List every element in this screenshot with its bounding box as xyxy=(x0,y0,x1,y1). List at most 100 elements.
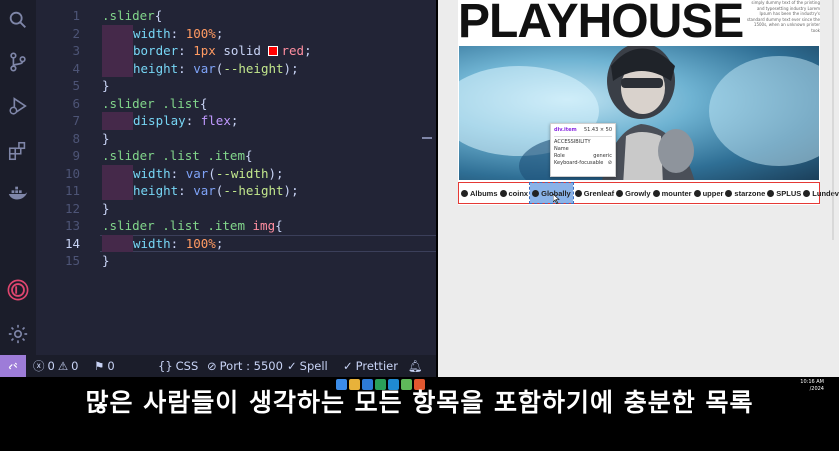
code-token: border xyxy=(133,43,179,58)
code-token: : xyxy=(178,183,194,198)
code-line[interactable]: 2 width: 100%; xyxy=(36,24,436,42)
extensions-icon[interactable] xyxy=(4,137,32,165)
prettier-button[interactable]: ✓ Prettier xyxy=(343,355,398,377)
color-swatch-icon[interactable] xyxy=(268,46,279,56)
code-token: : xyxy=(170,165,186,181)
code-token: } xyxy=(102,253,110,268)
indent-guide-highlight xyxy=(102,24,133,42)
code-token: ); xyxy=(283,183,299,198)
code-editor[interactable]: 1 .slider{2 width: 100%; 3 border: 1px solid… xyxy=(36,0,436,355)
code-token: 1px xyxy=(193,43,216,58)
browser-scrollbar[interactable] xyxy=(830,0,836,240)
logo-item[interactable]: Growly xyxy=(616,189,651,198)
brand-logo-icon xyxy=(616,189,624,197)
code-token: : xyxy=(170,235,186,251)
brand-logo-icon xyxy=(499,189,507,197)
code-text: } xyxy=(102,252,110,270)
code-text: border: 1px solid red; xyxy=(102,42,312,60)
code-token: .slider .list .item xyxy=(102,218,253,233)
source-control-icon[interactable] xyxy=(4,48,32,76)
video-subtitle-area: 10:16 AM /2024 많은 사람들이 생각하는 모든 항목을 포함하기에… xyxy=(0,377,839,451)
code-token: var xyxy=(193,183,216,198)
code-line[interactable]: 6 .slider .list{ xyxy=(36,95,436,113)
settings-icon[interactable] xyxy=(4,320,32,348)
docker-icon[interactable] xyxy=(4,180,32,208)
code-token: --width xyxy=(215,165,269,181)
activity-bar xyxy=(0,0,36,355)
code-line[interactable]: 5} xyxy=(36,77,436,95)
code-token: height xyxy=(133,183,179,198)
language-mode-button[interactable]: {} CSS xyxy=(158,355,198,377)
logo-item[interactable]: SPLUS xyxy=(767,189,801,198)
indent-guide-highlight xyxy=(102,164,133,182)
code-line[interactable]: 8} xyxy=(36,130,436,148)
line-number: 2 xyxy=(72,25,80,41)
logo-label: Grenleaf xyxy=(583,188,615,198)
code-token: { xyxy=(154,8,163,23)
hero-image xyxy=(459,46,819,180)
line-number: 8 xyxy=(72,130,80,146)
code-token: 100% xyxy=(185,25,216,41)
code-token: solid xyxy=(215,43,269,58)
logo-item[interactable]: Albums xyxy=(461,189,498,198)
logo-label: Albums xyxy=(470,188,498,198)
warning-icon: ⚠ xyxy=(57,359,69,373)
account-logo-icon[interactable] xyxy=(4,276,32,304)
hero-blurb: simply dummy text of the printing and ty… xyxy=(746,0,820,33)
code-text: } xyxy=(102,200,110,218)
code-line[interactable]: 10 width: var(--width); xyxy=(36,164,436,182)
code-line[interactable]: 14 width: 100%; xyxy=(36,234,436,252)
indent-guide-highlight xyxy=(102,112,133,130)
search-icon[interactable] xyxy=(4,6,32,34)
brand-logo-icon xyxy=(693,189,701,197)
spell-check-button[interactable]: ✓ Spell xyxy=(287,355,328,377)
code-token: .slider .list .item xyxy=(102,148,245,163)
code-line[interactable]: 3 border: 1px solid red; xyxy=(36,42,436,60)
code-line[interactable]: 11 height: var(--height); xyxy=(36,182,436,200)
logo-item[interactable]: starzone xyxy=(725,189,765,198)
line-number: 5 xyxy=(72,78,80,93)
line-number: 14 xyxy=(64,235,80,251)
line-number: 3 xyxy=(72,43,80,58)
indent-guide-highlight xyxy=(102,182,133,200)
brand-logo-icon xyxy=(574,189,582,197)
code-token: { xyxy=(199,95,208,111)
run-debug-icon[interactable] xyxy=(4,92,32,120)
logo-item[interactable]: coinx xyxy=(499,189,528,198)
code-token: ( xyxy=(208,165,216,181)
code-token: ; xyxy=(304,43,312,58)
live-server-port-button[interactable]: ⊘ Port : 5500 xyxy=(207,355,283,377)
code-line[interactable]: 9 .slider .list .item{ xyxy=(36,147,436,165)
notifications-bell-icon[interactable]: 🔔︎ xyxy=(408,355,423,377)
code-text: width: 100%; xyxy=(102,24,223,42)
logo-item[interactable]: Grenleaf xyxy=(574,188,615,198)
code-line[interactable]: 7 display: flex; xyxy=(36,112,436,130)
problems-button[interactable]: ⓧ 0 ⚠ 0 xyxy=(33,355,78,377)
info-button[interactable]: ⚑ 0 xyxy=(94,355,115,377)
mouse-cursor-icon xyxy=(553,194,560,204)
double-check-icon: ✓ xyxy=(343,359,353,373)
check-icon: ✓ xyxy=(287,359,297,373)
code-line[interactable]: 1 .slider{ xyxy=(36,7,436,25)
code-line[interactable]: 12} xyxy=(36,200,436,218)
code-token: .slider xyxy=(102,8,155,23)
no-entry-icon: ⊘ xyxy=(207,359,217,373)
code-text: height: var(--height); xyxy=(102,182,299,200)
code-token: red xyxy=(281,43,305,58)
code-token: ; xyxy=(215,235,224,251)
tooltip-tag: div.item xyxy=(554,127,577,133)
logo-item[interactable]: upper xyxy=(693,188,724,198)
remote-indicator-button[interactable] xyxy=(0,355,26,377)
logo-item[interactable]: mounter xyxy=(652,189,692,198)
code-token: height xyxy=(133,60,179,76)
code-line[interactable]: 15} xyxy=(36,252,436,270)
code-token: ); xyxy=(283,60,299,76)
code-token: : xyxy=(178,43,194,58)
line-number: 9 xyxy=(72,148,80,163)
logo-item[interactable]: Globally xyxy=(529,182,574,204)
tooltip-section: ACCESSIBILITY xyxy=(554,139,591,145)
code-line[interactable]: 13 .slider .list .item img{ xyxy=(36,217,436,235)
code-line[interactable]: 4 height: var(--height); xyxy=(36,59,436,77)
logo-label: upper xyxy=(702,188,724,198)
code-token: img xyxy=(252,218,276,233)
